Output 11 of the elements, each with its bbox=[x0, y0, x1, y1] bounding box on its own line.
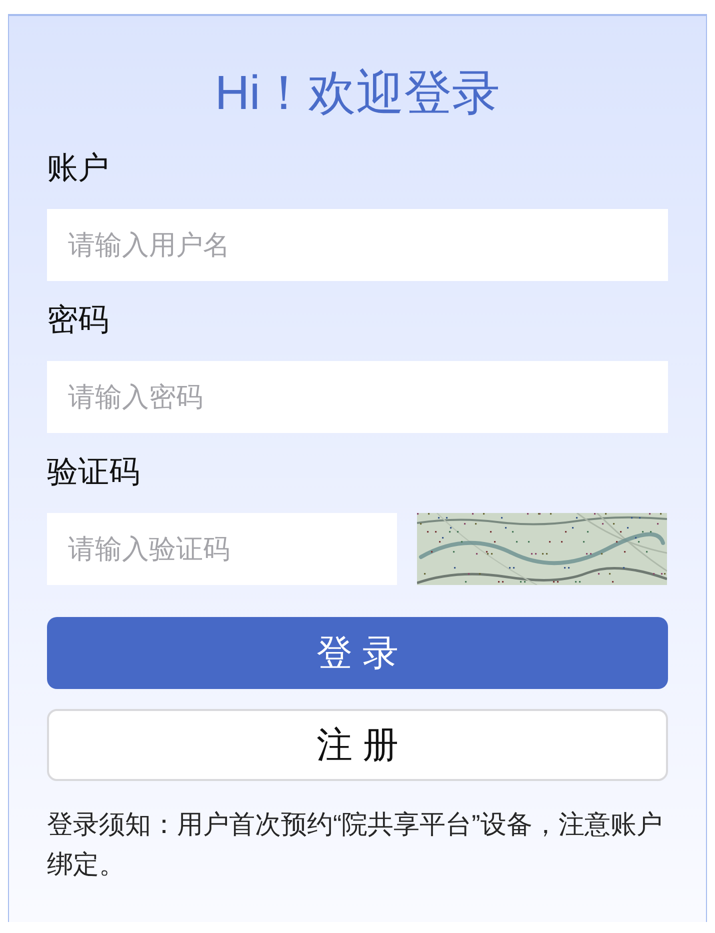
field-label: 密码 bbox=[47, 301, 109, 339]
field-label: 账户 bbox=[47, 149, 109, 187]
password-field[interactable]: 请输入密码 bbox=[47, 361, 668, 433]
captcha-field[interactable]: 请输入验证码 bbox=[47, 513, 397, 585]
login-button[interactable]: 登 录 bbox=[47, 617, 668, 689]
register-button[interactable]: 注 册 bbox=[47, 709, 668, 781]
captcha-image[interactable] bbox=[417, 513, 667, 585]
field-label: 验证码 bbox=[47, 453, 140, 491]
username-field[interactable]: 请输入用户名 bbox=[47, 209, 668, 281]
login-title: Hi！欢迎登录 bbox=[214, 66, 500, 122]
login-notice: 登录须知：用户首次预约“院共享平台”设备，注意账户绑定。 bbox=[47, 808, 664, 881]
